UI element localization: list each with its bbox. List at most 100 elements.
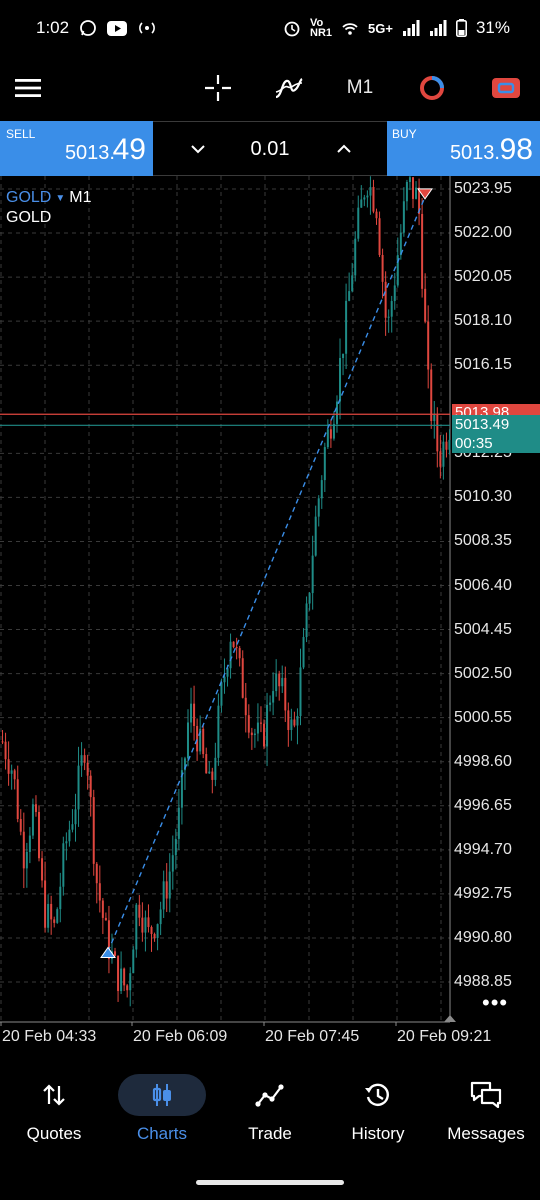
menu-button[interactable] — [6, 56, 50, 120]
candle-body — [332, 423, 335, 439]
candle-body — [278, 673, 281, 687]
candle-body — [165, 881, 168, 899]
candle-body — [211, 771, 214, 780]
candle-body — [22, 831, 25, 869]
price-tick-label: 5002.50 — [454, 664, 512, 682]
price-tick-label: 5000.55 — [454, 708, 512, 726]
bid-price: 5013.49 — [455, 416, 510, 433]
nav-messages-label: Messages — [447, 1124, 525, 1143]
candle-body — [247, 715, 250, 733]
candle-body — [171, 855, 174, 872]
home-indicator[interactable] — [196, 1180, 344, 1185]
candle-body — [329, 429, 332, 439]
bottom-navigation: Quotes Charts Trade History Messages — [0, 1062, 540, 1162]
candle-body — [196, 725, 199, 752]
candle-body — [13, 770, 16, 780]
candle-body — [375, 211, 378, 219]
lot-increase-button[interactable] — [329, 134, 359, 164]
candle-body — [208, 771, 211, 774]
candle-body — [31, 804, 34, 836]
time-tick-label: 20 Feb 07:45 — [265, 1028, 360, 1045]
candle-body — [138, 904, 141, 918]
trade-icon — [492, 78, 520, 98]
indicators-icon — [275, 78, 303, 99]
nav-history[interactable]: History — [324, 1062, 432, 1162]
candle-body — [174, 838, 177, 856]
candle-body — [214, 757, 217, 780]
youtube-icon — [107, 20, 128, 36]
candle-body — [229, 641, 232, 669]
candle-body — [415, 187, 418, 199]
candle-body — [427, 321, 430, 370]
buy-button[interactable]: BUY 5013. 98 — [387, 121, 540, 176]
candle-body — [366, 195, 369, 198]
nav-messages[interactable]: Messages — [432, 1062, 540, 1162]
chart-type-button[interactable] — [410, 56, 454, 120]
candle-body — [168, 871, 171, 899]
more-options-icon[interactable]: ••• — [482, 990, 508, 1016]
candle-body — [372, 186, 375, 212]
candle-body — [342, 353, 345, 359]
candle-body — [360, 199, 363, 208]
candle-body — [135, 904, 138, 950]
candle-body — [7, 759, 10, 774]
lot-size-control: 0.01 — [153, 121, 387, 176]
candle-body — [71, 824, 74, 830]
chart-toolbar: M1 — [0, 56, 540, 120]
candle-body — [293, 719, 296, 726]
candle-body — [53, 919, 56, 923]
candle-body — [299, 667, 302, 717]
time-tick-label: 20 Feb 06:09 — [133, 1028, 228, 1045]
candle-body — [147, 917, 150, 928]
candle-body — [162, 881, 165, 910]
nav-quotes[interactable]: Quotes — [0, 1062, 108, 1162]
candle-body — [345, 300, 348, 354]
trade-button[interactable] — [484, 56, 528, 120]
candle-body — [445, 441, 448, 450]
symbol-timeframe: M1 — [69, 189, 92, 206]
candle-body — [238, 648, 241, 659]
candle-body — [430, 369, 433, 422]
candle-body — [44, 880, 47, 928]
price-tick-label: 4992.75 — [454, 884, 512, 902]
candle-body — [4, 741, 7, 760]
candle-body — [287, 710, 290, 730]
candle-body — [205, 754, 208, 774]
candle-body — [156, 924, 159, 939]
candle-body — [10, 770, 13, 774]
bar-countdown: 00:35 — [455, 435, 493, 452]
quotes-icon — [43, 1084, 65, 1106]
candle-body — [369, 186, 372, 196]
candle-body — [335, 401, 338, 424]
candle-body — [41, 858, 44, 881]
candle-body — [28, 835, 31, 852]
candle-body — [129, 973, 132, 991]
symbol-selector[interactable]: GOLD ▼ M1 — [6, 189, 91, 207]
symbol-description: GOLD — [6, 209, 52, 226]
sell-button[interactable]: SELL 5013. 49 — [0, 121, 153, 176]
candle-body — [19, 819, 22, 832]
candle-body — [448, 439, 451, 450]
indicators-button[interactable] — [266, 56, 312, 120]
nav-trade[interactable]: Trade — [216, 1062, 324, 1162]
menu-icon — [15, 79, 41, 97]
candle-body — [253, 733, 256, 736]
candle-body — [177, 807, 180, 839]
crosshair-button[interactable] — [196, 56, 240, 120]
candle-body — [104, 917, 107, 921]
nav-quotes-label: Quotes — [26, 1124, 82, 1143]
candle-body — [284, 677, 287, 711]
candle-body — [123, 968, 126, 986]
symbol-name: GOLD — [6, 189, 52, 206]
whatsapp-icon — [79, 19, 97, 37]
timeframe-button[interactable]: M1 — [338, 56, 382, 120]
candle-body — [390, 301, 393, 317]
candle-body — [232, 641, 235, 648]
candle-body — [190, 703, 193, 723]
candle-body — [92, 797, 95, 864]
candle-body — [217, 705, 220, 758]
candle-body — [405, 181, 408, 202]
alarm-icon — [283, 19, 301, 37]
nav-charts-label: Charts — [136, 1124, 188, 1143]
nav-charts[interactable]: Charts — [108, 1062, 216, 1162]
